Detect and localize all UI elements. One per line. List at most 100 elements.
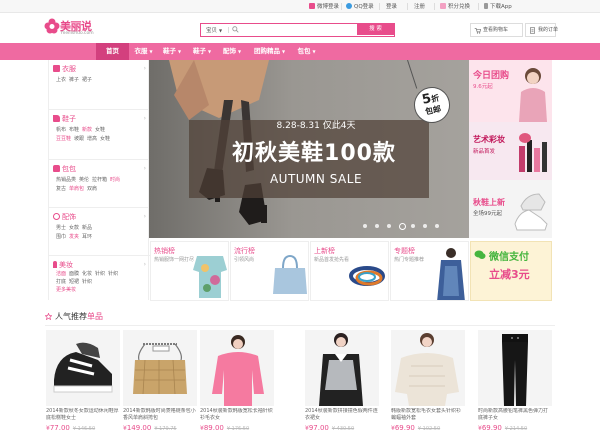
trending-card[interactable]: 流行榜 引领风尚: [230, 241, 309, 301]
download-app-link[interactable]: 下载App: [484, 2, 512, 10]
category-link[interactable]: 洁面: [56, 271, 66, 277]
category-link[interactable]: 上衣: [56, 77, 66, 83]
divider: [341, 3, 342, 10]
category-link[interactable]: 时尚: [110, 177, 120, 183]
nav-tab-shoes[interactable]: 鞋子 ▼: [158, 43, 186, 60]
search-type-select[interactable]: 宝贝 ▼: [206, 26, 222, 34]
category-link[interactable]: 热销品类: [56, 177, 76, 183]
current-price: 77.00: [49, 424, 70, 432]
promo-title: 秋鞋上新: [473, 198, 505, 207]
carousel-dot[interactable]: [399, 222, 406, 230]
original-price: ¥ 146.50: [72, 426, 96, 432]
category-link[interactable]: 增高: [87, 136, 97, 142]
category-link[interactable]: 新款: [82, 127, 92, 133]
nav-tab-clothing[interactable]: 衣服 ▼: [129, 43, 158, 60]
category-link[interactable]: 复古: [56, 186, 66, 192]
original-price: ¥ 179.75: [154, 426, 177, 432]
search-type-label: 宝贝: [206, 28, 218, 34]
view-cart-button[interactable]: 查看购物车: [470, 23, 523, 37]
category-beauty[interactable]: 美妆 › 洁面 面膜 化妆 针织 针织 打底 短裙 针织 更多美妆: [49, 256, 150, 300]
product-card[interactable]: 时尚新款高腰铅笔裤黑色弹力打底裤子女 ¥69.90 ¥ 214.50: [478, 330, 552, 438]
topics-card[interactable]: 专题榜 热门专题推荐: [390, 241, 469, 301]
category-link[interactable]: 面膜: [69, 271, 79, 277]
category-clothing[interactable]: 衣服 › 上衣 裤子 裙子: [49, 60, 150, 110]
category-link[interactable]: 女鞋: [100, 136, 110, 142]
nav-tab-accessories[interactable]: 配饰 ▼: [218, 43, 246, 60]
carousel-dot[interactable]: [423, 224, 427, 228]
promo-autumn-shoes[interactable]: 秋鞋上新 全场99元起: [469, 180, 552, 238]
category-link[interactable]: 男士: [56, 225, 66, 231]
category-link[interactable]: 化妆: [82, 271, 92, 277]
category-accessories[interactable]: 配饰 › 男士 女款 新品 围巾 发夹 耳环: [49, 208, 150, 256]
carousel-dot[interactable]: [411, 224, 415, 228]
category-bags[interactable]: 包包 › 热销品类 英伦 拉杆箱 时尚 复古 单肩包 双肩: [49, 160, 150, 208]
category-link[interactable]: 发夹: [69, 234, 79, 240]
category-links: 更多美妆: [56, 286, 79, 293]
chevron-right-icon: ›: [143, 65, 146, 72]
product-card[interactable]: 韩版新款宽松毛衣女套头针织衫蝙蝠袖外套 ¥69.90 ¥ 102.50: [391, 330, 465, 438]
category-link[interactable]: 针织: [82, 279, 92, 285]
product-card[interactable]: 2014新款秋冬女款运动休闲鞋厚底松糕鞋女士 ¥77.00 ¥ 146.50: [46, 330, 120, 438]
category-link[interactable]: 围巾: [56, 234, 66, 240]
product-card[interactable]: 2014新款韩版时尚菱格链条包小香风单肩斜挎包 ¥149.00 ¥ 179.75: [123, 330, 197, 438]
view-cart-label: 查看购物车: [483, 27, 509, 33]
register-link[interactable]: 注册: [414, 2, 425, 10]
category-links: 豆豆鞋 坡跟 增高 女鞋: [56, 135, 113, 142]
category-link[interactable]: 英伦: [79, 177, 89, 183]
weibo-login-link[interactable]: 微博登录: [309, 2, 339, 10]
category-link[interactable]: 针织: [95, 271, 105, 277]
nav-tab-label: 包包: [297, 47, 311, 55]
carousel-dot[interactable]: [435, 224, 439, 228]
category-link[interactable]: 裙子: [82, 77, 92, 83]
promo-makeup[interactable]: 艺术彩妆 新品首发: [469, 122, 552, 180]
carousel-dot[interactable]: [363, 224, 367, 228]
feature-title: 上新榜: [314, 247, 335, 255]
category-link[interactable]: 拉杆箱: [92, 177, 107, 183]
search-bar: 宝贝 ▼ 搜 索: [200, 23, 395, 37]
chevron-down-icon: ▼: [219, 28, 223, 33]
pay-promo-line2: 立减3元: [489, 268, 530, 281]
chevron-down-icon: ▼: [207, 49, 212, 54]
category-shoes[interactable]: 鞋子 › 帆布 布鞋 新款 女鞋 豆豆鞋 坡跟 增高 女鞋: [49, 110, 150, 160]
category-link[interactable]: 短裙: [69, 279, 79, 285]
search-button[interactable]: 搜 索: [357, 24, 394, 35]
product-description: 2014新款韩版时尚菱格链条包小香风单肩斜挎包: [123, 408, 196, 421]
login-link[interactable]: 登录: [386, 2, 397, 10]
nav-tab-bags[interactable]: 包包 ▼: [293, 43, 320, 60]
carousel-dot[interactable]: [375, 224, 379, 228]
new-arrivals-card[interactable]: 上新榜 新品首发抢先看: [310, 241, 389, 301]
wechat-pay-promo[interactable]: 微信支付 立减3元: [470, 241, 552, 301]
category-link[interactable]: 女款: [69, 225, 79, 231]
product-card[interactable]: 2014秋装新款拼接撞色假两件连衣裙女 ¥97.00 ¥ 430.50: [305, 330, 379, 438]
carousel-dot[interactable]: [387, 224, 391, 228]
product-price: ¥77.00 ¥ 146.50: [46, 424, 95, 432]
nav-tab-beauty[interactable]: 鞋子 ▼: [186, 43, 218, 60]
hero-banner-carousel[interactable]: 8.28-8.31 仅此4天 初秋美鞋100款 AUTUMN SALE 5折 包邮: [149, 60, 469, 238]
site-logo[interactable]: 美丽说 meilishuo.com: [44, 17, 100, 39]
nav-tab-group-buy[interactable]: 团购精品 ▼: [246, 43, 293, 60]
category-link[interactable]: 女鞋: [95, 127, 105, 133]
category-link[interactable]: 裤子: [69, 77, 79, 83]
category-link[interactable]: 针织: [108, 271, 118, 277]
category-link[interactable]: 坡跟: [74, 136, 84, 142]
promo-group-buy[interactable]: 今日团购 9.6元起: [469, 60, 552, 122]
category-link[interactable]: 双肩: [87, 186, 97, 192]
nav-tab-home[interactable]: 首页: [96, 43, 129, 60]
category-link[interactable]: 豆豆鞋: [56, 136, 71, 142]
category-links: 洁面 面膜 化妆 针织 针织: [56, 270, 121, 277]
hot-sellers-card[interactable]: 热销榜 热销服饰一网打尽: [150, 241, 229, 301]
chevron-right-icon: ›: [143, 213, 146, 220]
category-link[interactable]: 单肩包: [69, 186, 84, 192]
product-card[interactable]: 2014秋装新款韩版宽松长袖针织衫毛衣女 ¥89.00 ¥ 176.50: [200, 330, 274, 438]
qq-login-link[interactable]: QQ登录: [346, 2, 374, 10]
category-link[interactable]: 耳环: [82, 234, 92, 240]
category-link[interactable]: 帆布: [56, 127, 66, 133]
points-exchange-link[interactable]: 积分兑换: [440, 2, 470, 10]
category-link[interactable]: 打底: [56, 279, 66, 285]
more-beauty-link[interactable]: 更多美妆: [56, 287, 76, 293]
category-link[interactable]: 新品: [82, 225, 92, 231]
cart-icon: [474, 28, 481, 34]
my-orders-button[interactable]: 我的订单: [525, 23, 558, 37]
divider: [407, 3, 408, 10]
category-link[interactable]: 布鞋: [69, 127, 79, 133]
